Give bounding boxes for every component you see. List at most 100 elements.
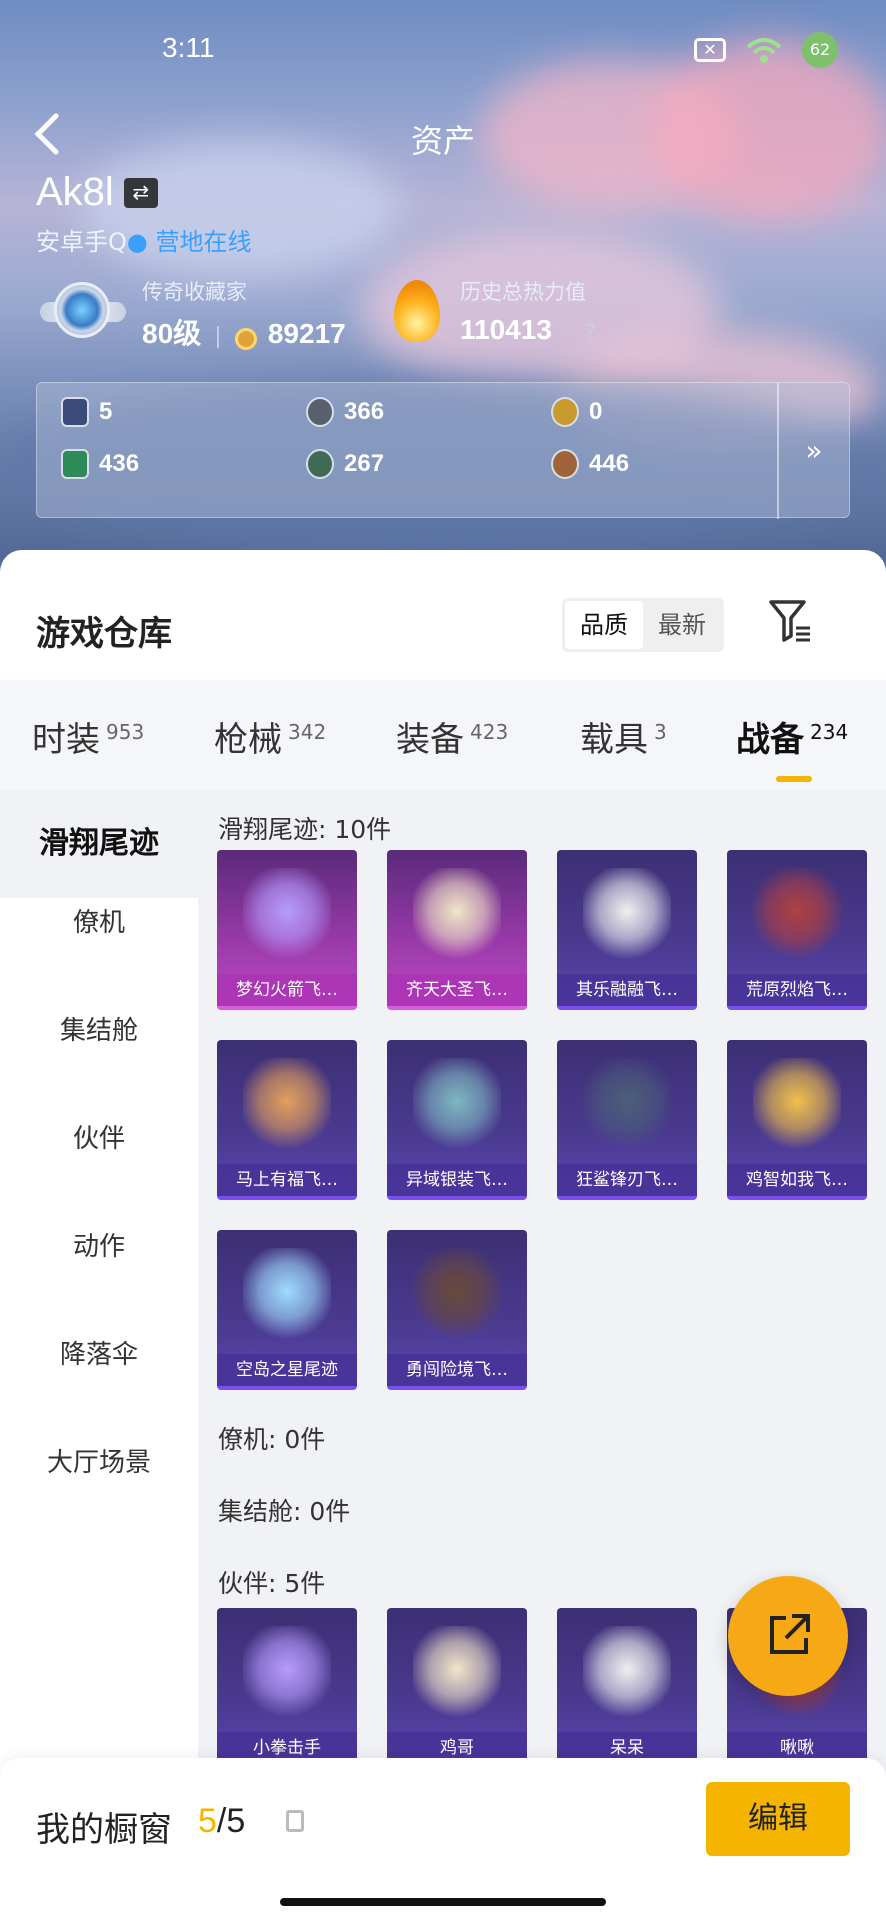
item-name: 荒原烈焰飞… bbox=[727, 974, 867, 1006]
share-icon bbox=[770, 1614, 810, 1654]
sidebar-item-parachute[interactable]: 降落伞 bbox=[0, 1334, 198, 1371]
tab-vehicles[interactable]: 载具 3 bbox=[580, 712, 667, 761]
item-tile[interactable]: 勇闯险境飞… bbox=[387, 1230, 527, 1390]
platform-text: 安卓手Q bbox=[36, 228, 127, 256]
level-value: 80级 bbox=[142, 318, 202, 349]
item-tile[interactable]: 梦幻火箭飞… bbox=[217, 850, 357, 1010]
status-time: 3:11 bbox=[162, 32, 215, 63]
item-tile[interactable]: 异域银装飞… bbox=[387, 1040, 527, 1200]
sort-quality-button[interactable]: 品质 bbox=[565, 601, 643, 649]
category-tabs: 时装 953 枪械 342 装备 423 载具 3 战备 234 bbox=[0, 680, 886, 790]
currency-value: 5 bbox=[99, 398, 113, 425]
help-icon[interactable]: ? bbox=[585, 320, 596, 344]
tab-count: 953 bbox=[106, 720, 145, 744]
item-image bbox=[583, 868, 671, 964]
currency-item: 436 bbox=[61, 449, 306, 479]
wifi-icon bbox=[744, 37, 784, 63]
sidebar-item-capsule[interactable]: 集结舱 bbox=[0, 1010, 198, 1047]
item-name: 狂鲨锋刃飞… bbox=[557, 1164, 697, 1196]
platform-line: 安卓手Q● 营地在线 bbox=[36, 228, 252, 256]
page-title: 资产 bbox=[410, 122, 475, 160]
sidebar-item-emote[interactable]: 动作 bbox=[0, 1226, 198, 1263]
lock-icon bbox=[286, 1810, 304, 1832]
item-tile[interactable]: 马上有福飞… bbox=[217, 1040, 357, 1200]
item-name: 空岛之星尾迹 bbox=[217, 1354, 357, 1386]
rank-label: 传奇收藏家 bbox=[142, 280, 247, 304]
showcase-title: 我的橱窗 bbox=[36, 1810, 172, 1850]
item-tile[interactable]: 荒原烈焰飞… bbox=[727, 850, 867, 1010]
item-image bbox=[413, 1626, 501, 1722]
filter-icon[interactable] bbox=[768, 598, 812, 646]
currency-item: 5 bbox=[61, 397, 306, 427]
item-tile[interactable]: 小拳击手 bbox=[217, 1608, 357, 1768]
share-button[interactable] bbox=[728, 1576, 848, 1696]
tab-readiness[interactable]: 战备 234 bbox=[736, 712, 848, 761]
item-name: 梦幻火箭飞… bbox=[217, 974, 357, 1006]
bronze-coin-icon bbox=[551, 449, 579, 479]
item-name: 马上有福飞… bbox=[217, 1164, 357, 1196]
item-image bbox=[753, 868, 841, 964]
tab-weapons[interactable]: 枪械 342 bbox=[214, 712, 326, 761]
item-tile[interactable]: 鸡智如我飞… bbox=[727, 1040, 867, 1200]
home-indicator bbox=[280, 1898, 606, 1906]
tab-fashion[interactable]: 时装 953 bbox=[32, 712, 144, 761]
item-name: 勇闯险境飞… bbox=[387, 1354, 527, 1386]
item-name: 其乐融融飞… bbox=[557, 974, 697, 1006]
warehouse-title: 游戏仓库 bbox=[36, 614, 172, 654]
sidebar-item-partner[interactable]: 伙伴 bbox=[0, 1118, 198, 1155]
tab-label: 装备 bbox=[396, 720, 464, 760]
green-card-icon bbox=[61, 449, 89, 479]
item-image bbox=[243, 868, 331, 964]
sidebar-item-wingman[interactable]: 僚机 bbox=[0, 902, 198, 939]
flame-icon bbox=[388, 276, 444, 346]
sort-newest-button[interactable]: 最新 bbox=[643, 601, 721, 649]
section-label-capsule: 集结舱: 0件 bbox=[218, 1497, 351, 1526]
item-tile[interactable]: 空岛之星尾迹 bbox=[217, 1230, 357, 1390]
sidebar-item-glide-trail[interactable]: 滑翔尾迹 bbox=[0, 790, 198, 898]
points-coin-icon bbox=[234, 327, 257, 350]
edit-button[interactable]: 编辑 bbox=[706, 1782, 850, 1856]
tab-equipment[interactable]: 装备 423 bbox=[396, 712, 508, 761]
active-tab-indicator bbox=[776, 776, 812, 782]
card-icon bbox=[61, 397, 89, 427]
currency-value: 446 bbox=[589, 450, 630, 477]
gold-coin-icon bbox=[551, 397, 579, 427]
nav-bar: 资产 bbox=[0, 108, 886, 162]
item-tile[interactable]: 鸡哥 bbox=[387, 1608, 527, 1768]
close-box-icon: ✕ bbox=[694, 38, 726, 62]
showcase-total: /5 bbox=[216, 1802, 246, 1840]
currency-item: 366 bbox=[306, 397, 551, 427]
status-bar: 3:11 ✕ 62 bbox=[0, 30, 886, 70]
currency-item: 267 bbox=[306, 449, 551, 479]
tab-label: 载具 bbox=[580, 720, 648, 760]
username-text: Ak8l bbox=[36, 170, 114, 214]
item-image bbox=[413, 1058, 501, 1154]
subcategory-sidebar: 滑翔尾迹 僚机 集结舱 伙伴 动作 降落伞 大厅场景 bbox=[0, 790, 198, 1920]
swap-account-icon[interactable]: ⇄ bbox=[123, 177, 158, 208]
section-label-glide: 滑翔尾迹: 10件 bbox=[218, 815, 392, 844]
currency-value: 267 bbox=[344, 450, 385, 477]
heat-value: 110413 bbox=[460, 314, 552, 345]
sort-toggle: 品质 最新 bbox=[562, 598, 724, 652]
item-name: 鸡智如我飞… bbox=[727, 1164, 867, 1196]
showcase-current: 5 bbox=[198, 1802, 217, 1840]
item-image bbox=[583, 1058, 671, 1154]
currency-more-icon[interactable]: » bbox=[777, 383, 849, 519]
section-label-partner: 伙伴: 5件 bbox=[218, 1569, 326, 1598]
rank-block: 传奇收藏家 80级 | 89217 bbox=[40, 276, 346, 356]
item-tile[interactable]: 其乐融融飞… bbox=[557, 850, 697, 1010]
tab-count: 234 bbox=[810, 720, 849, 744]
showcase-count: 5/5 bbox=[198, 1802, 245, 1841]
rank-badge-icon bbox=[40, 276, 126, 356]
heat-block: 历史总热力值 110413 ? bbox=[388, 276, 596, 346]
points-value: 89217 bbox=[267, 318, 346, 349]
tab-count: 342 bbox=[288, 720, 327, 744]
item-tile[interactable]: 齐天大圣飞… bbox=[387, 850, 527, 1010]
item-tile[interactable]: 呆呆 bbox=[557, 1608, 697, 1768]
item-tile[interactable]: 狂鲨锋刃飞… bbox=[557, 1040, 697, 1200]
item-image bbox=[243, 1248, 331, 1344]
item-name: 异域银装飞… bbox=[387, 1164, 527, 1196]
item-image bbox=[583, 1626, 671, 1722]
battery-indicator: 62 bbox=[802, 32, 838, 68]
sidebar-item-lobby-scene[interactable]: 大厅场景 bbox=[0, 1442, 198, 1479]
